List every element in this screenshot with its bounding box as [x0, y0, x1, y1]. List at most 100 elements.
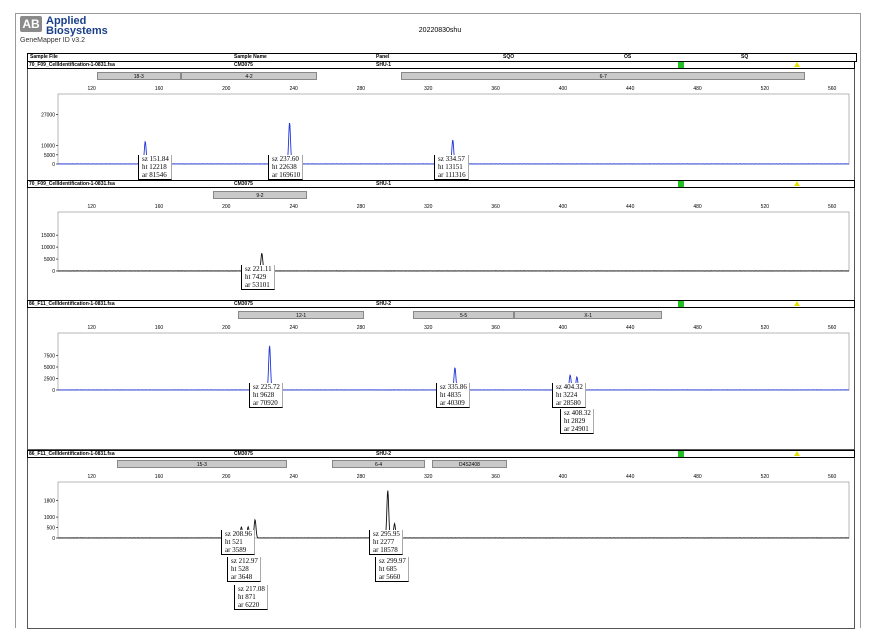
peak-size-row: sz 299.97: [379, 557, 406, 565]
peak-label[interactable]: sz 335.86 ht 4835 ar 40309: [436, 383, 470, 408]
x-tick-label: 400: [559, 86, 568, 92]
peak-area-row: ar 40309: [440, 399, 467, 407]
sample-name: CM3075: [234, 181, 253, 187]
x-tick-label: 560: [828, 474, 837, 480]
peak-label[interactable]: sz 225.72 ht 9628 ar 70920: [249, 383, 283, 408]
sample-file: 70_F09_CellIdentification-1-0831.fsa: [29, 62, 115, 68]
peak-label[interactable]: sz 151.84 ht 12218 ar 81546: [138, 155, 172, 180]
peak-label[interactable]: sz 404.32 ht 3224 ar 28580: [552, 383, 586, 408]
peak-label[interactable]: sz 408.32 ht 2829 ar 24901: [560, 409, 594, 434]
peak-area-row: ar 5660: [379, 573, 406, 581]
x-tick-label: 480: [693, 325, 702, 331]
peak-area-row: ar 111316: [438, 171, 466, 179]
plot-area: 18-3 4-2 6-7 120 160 200 240 280 320 360 400 440 480…: [27, 69, 855, 183]
y-tick-label: 10000: [41, 144, 55, 150]
peak-size-prefix: sz: [238, 585, 246, 593]
y-tick-label: 27000: [41, 113, 55, 119]
sample-file: 86_F11_CellIdentification-1-0831.fsa: [29, 451, 115, 457]
x-tick-label: 520: [761, 325, 770, 331]
x-tick-label: 280: [357, 474, 366, 480]
x-tick-label: 280: [357, 325, 366, 331]
plot-area: 12-1 5-5 X-1 120 160 200 240 280 320 360 400 440 480…: [27, 308, 855, 450]
sq-yellow-triangle-icon: [794, 62, 800, 67]
allele-bin-x-1: X-1: [514, 311, 663, 319]
peak-area-row: ar 18578: [373, 546, 400, 554]
col-sample-name: Sample Name: [234, 54, 267, 60]
peak-label[interactable]: sz 212.97 ht 528 ar 3648: [227, 557, 261, 582]
x-tick-label: 440: [626, 325, 635, 331]
peak-area: 53101: [252, 281, 270, 289]
peak-size-prefix: sz: [564, 409, 572, 417]
x-tick-label: 160: [155, 204, 164, 210]
x-tick-label: 360: [491, 474, 500, 480]
peak-area-row: ar 6220: [238, 601, 265, 609]
x-tick-label: 560: [828, 204, 837, 210]
peak-area-row: ar 81546: [142, 171, 169, 179]
allele-bin-18-3: 18-3: [96, 72, 181, 80]
x-tick-label: 520: [761, 204, 770, 210]
software-version: GeneMapper ID v3.2: [20, 37, 85, 44]
peak-size-row: sz 404.32: [556, 383, 583, 391]
x-tick-label: 240: [289, 325, 298, 331]
allele-bin-5-5: 5-5: [413, 311, 515, 319]
sq-yellow-triangle-icon: [794, 301, 800, 306]
peak-size-prefix: sz: [272, 155, 280, 163]
x-tick-label: 440: [626, 204, 635, 210]
y-tick-label: 0: [52, 162, 55, 168]
peak-height: 13151: [445, 163, 463, 171]
peak-height-row: ht 4835: [440, 391, 467, 399]
x-tick-label: 480: [693, 204, 702, 210]
peak-label[interactable]: sz 208.96 ht 521 ar 3589: [221, 530, 255, 555]
plot-frame: [57, 93, 850, 165]
peak-label[interactable]: sz 237.60 ht 22638 ar 169610: [268, 155, 304, 180]
sample-file: 86_F11_CellIdentification-1-0831.fsa: [29, 301, 115, 307]
peak-area-row: ar 28580: [556, 399, 583, 407]
sample-info-bar: 70_F09_CellIdentification-1-0831.fsa CM30…: [27, 61, 855, 69]
peak-area: 5660: [386, 573, 401, 581]
peak-size-prefix: sz: [379, 557, 387, 565]
peak-size: 208.96: [232, 530, 252, 538]
peak-area: 28580: [563, 399, 581, 407]
trace-plot: 120 160 200 240 280 320 360 400 440 480 520 560 0 500…: [28, 200, 854, 302]
x-tick-label: 400: [559, 204, 568, 210]
y-tick-label: 0: [52, 388, 55, 394]
x-tick-label: 120: [87, 474, 96, 480]
peak-height: 521: [232, 538, 243, 546]
peak-label[interactable]: sz 295.95 ht 2277 ar 18578: [369, 530, 403, 555]
y-tick-label: 5000: [44, 365, 55, 371]
x-tick-label: 200: [222, 474, 231, 480]
peak-size: 299.97: [386, 557, 406, 565]
peak-area: 81546: [149, 171, 167, 179]
x-tick-label: 320: [424, 86, 433, 92]
peak-label[interactable]: sz 299.97 ht 685 ar 5660: [375, 557, 409, 582]
peak-size-prefix: sz: [253, 383, 261, 391]
peak-size-row: sz 208.96: [225, 530, 252, 538]
allele-bin-6-7: 6-7: [401, 72, 806, 80]
allele-bin-6-4: 6-4: [332, 460, 425, 468]
sample-info-bar: 70_F09_CellIdentification-1-0831.fsa CM30…: [27, 180, 855, 188]
peak-label[interactable]: sz 221.11 ht 7429 ar 53101: [241, 265, 275, 290]
plot-area: 15-3 6-4 D4S2408 120 160 200 240 280 320 360 400 44…: [27, 458, 855, 629]
sample-name: CM3075: [234, 301, 253, 307]
peak-size-row: sz 335.86: [440, 383, 467, 391]
electropherogram-svg: 120 160 200 240 280 320 360 400 440 480 520 560 0 500…: [41, 204, 850, 275]
peak-size-row: sz 221.11: [245, 265, 272, 273]
sample-file: 70_F09_CellIdentification-1-0831.fsa: [29, 181, 115, 187]
peak-area: 18578: [380, 546, 398, 554]
peak-area: 3589: [232, 546, 247, 554]
allele-bin-4-2: 4-2: [180, 72, 318, 80]
x-tick-label: 280: [357, 86, 366, 92]
peak-height: 871: [245, 593, 256, 601]
signal-trace: [57, 490, 850, 539]
y-tick-label: 7500: [44, 354, 55, 360]
brand-line2: Biosystems: [46, 25, 108, 37]
peak-label[interactable]: sz 217.08 ht 871 ar 6220: [234, 585, 268, 610]
peak-height-row: ht 3224: [556, 391, 583, 399]
peak-size-row: sz 408.32: [564, 409, 591, 417]
peak-label[interactable]: sz 334.57 ht 13151 ar 111316: [434, 155, 469, 180]
x-tick-label: 520: [761, 474, 770, 480]
panel-name: SHU-2: [376, 301, 392, 307]
y-tick-label: 10000: [41, 245, 55, 251]
peak-height: 685: [386, 565, 397, 573]
plot-area: 9-2 120 160 200 240 280 320 360 400 440 480 520 560 0…: [27, 188, 855, 304]
